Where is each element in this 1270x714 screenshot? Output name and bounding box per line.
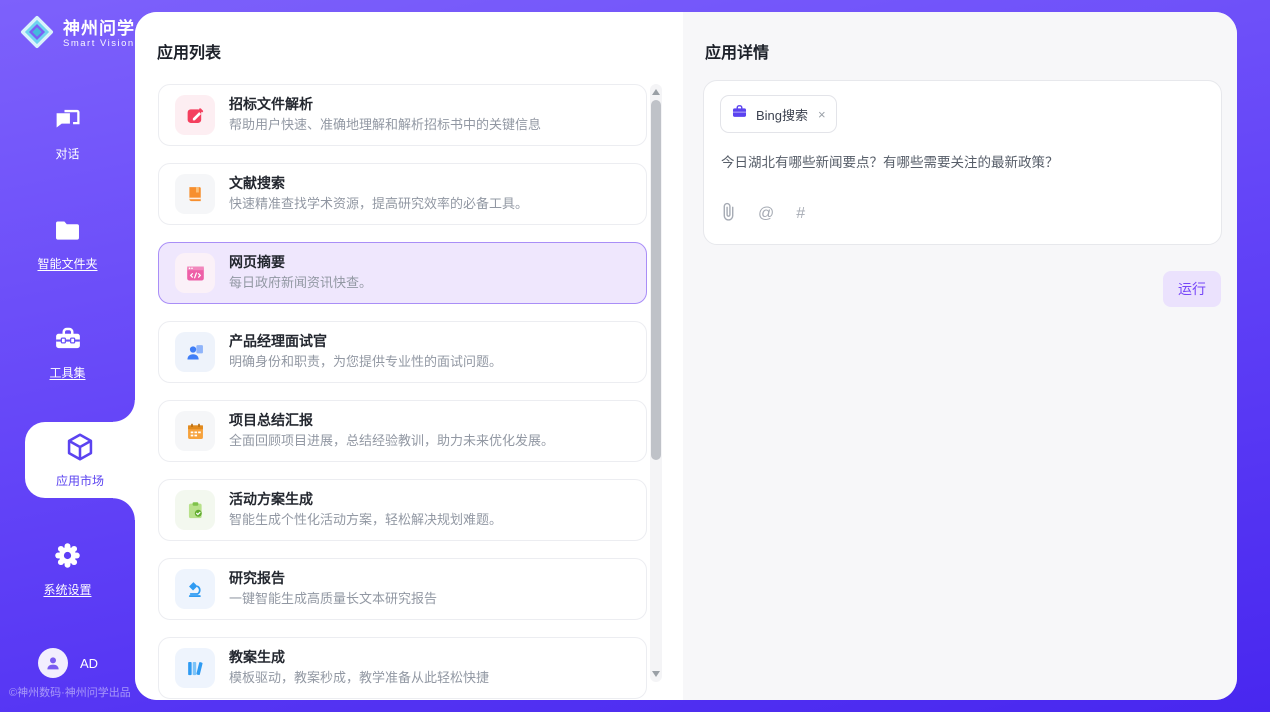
brand-logo: 神州问学 Smart Vision — [18, 13, 135, 56]
app-name: 文献搜索 — [229, 176, 528, 190]
gear-icon — [52, 540, 83, 574]
folder-icon — [53, 216, 82, 248]
sidebar: 神州问学 Smart Vision 对话 智能文件夹 — [0, 0, 135, 712]
person-avatar-icon — [38, 648, 68, 678]
app-name: 网页摘要 — [229, 255, 372, 269]
sidebar-item-label: 智能文件夹 — [37, 255, 97, 272]
interviewer-person-icon — [175, 332, 215, 372]
app-window: 神州问学 Smart Vision 对话 智能文件夹 — [0, 0, 1270, 714]
app-description: 每日政府新闻资讯快查。 — [229, 275, 372, 291]
app-name: 教案生成 — [229, 650, 489, 664]
app-description: 智能生成个性化活动方案，轻松解决规划难题。 — [229, 512, 502, 528]
list-scrollbar[interactable] — [650, 84, 662, 682]
chat-icon — [53, 106, 82, 138]
mention-at-icon[interactable]: @ — [758, 206, 774, 222]
app-name: 招标文件解析 — [229, 97, 541, 111]
books-icon — [175, 648, 215, 688]
app-list-title: 应用列表 — [157, 39, 221, 63]
main-content: 应用列表 招标文件解析 帮助用户快速、准确地理解和解析招标书中的关键信息 — [135, 12, 1237, 700]
app-description: 帮助用户快速、准确地理解和解析招标书中的关键信息 — [229, 117, 541, 133]
sidebar-item-label: 对话 — [55, 145, 79, 162]
copyright-footer: ©神州数码·神州问学出品 — [9, 684, 131, 700]
app-card-lesson-plan[interactable]: 教案生成 模板驱动，教案秒成，教学准备从此轻松快捷 — [158, 637, 647, 699]
app-cards: 招标文件解析 帮助用户快速、准确地理解和解析招标书中的关键信息 文献搜索 — [158, 84, 647, 700]
user-account[interactable]: AD — [38, 648, 98, 678]
app-description: 快速精准查找学术资源，提高研究效率的必备工具。 — [229, 196, 528, 212]
app-description: 全面回顾项目进展，总结经验教训，助力未来优化发展。 — [229, 433, 554, 449]
query-text[interactable]: 今日湖北有哪些新闻要点？有哪些需要关注的最新政策？ — [721, 151, 1207, 171]
composer-toolbar: @ # — [721, 202, 805, 226]
calendar-report-icon — [175, 411, 215, 451]
app-name: 项目总结汇报 — [229, 413, 554, 427]
app-card-activity-plan[interactable]: 活动方案生成 智能生成个性化活动方案，轻松解决规划难题。 — [158, 479, 647, 541]
sidebar-item-label: 应用市场 — [56, 472, 104, 489]
composer-card[interactable]: Bing搜索 × 今日湖北有哪些新闻要点？有哪些需要关注的最新政策？ @ # — [703, 80, 1222, 245]
app-description: 模板驱动，教案秒成，教学准备从此轻松快捷 — [229, 670, 489, 686]
sidebar-item-app-market-active[interactable]: 应用市场 — [25, 422, 135, 498]
sidebar-item-smart-folder[interactable]: 智能文件夹 — [0, 216, 135, 272]
tool-tag-label: Bing搜索 — [756, 105, 808, 124]
app-detail-panel: 应用详情 Bing搜索 × 今日湖北有哪些新闻要点？有哪些需要关注的最新政策？ — [683, 12, 1237, 700]
app-card-webpage-summary-selected[interactable]: 网页摘要 每日政府新闻资讯快查。 — [158, 242, 647, 304]
microscope-icon — [175, 569, 215, 609]
app-detail-title: 应用详情 — [705, 39, 769, 63]
app-card-tender-parse[interactable]: 招标文件解析 帮助用户快速、准确地理解和解析招标书中的关键信息 — [158, 84, 647, 146]
hash-icon[interactable]: # — [796, 206, 805, 222]
app-card-research-report[interactable]: 研究报告 一键智能生成高质量长文本研究报告 — [158, 558, 647, 620]
app-list-panel: 应用列表 招标文件解析 帮助用户快速、准确地理解和解析招标书中的关键信息 — [135, 12, 683, 700]
sidebar-item-chat[interactable]: 对话 — [0, 106, 135, 162]
app-name: 活动方案生成 — [229, 492, 502, 506]
app-card-project-summary[interactable]: 项目总结汇报 全面回顾项目进展，总结经验教训，助力未来优化发展。 — [158, 400, 647, 462]
cube-icon — [64, 431, 96, 466]
tool-tag-bing-search[interactable]: Bing搜索 × — [720, 95, 837, 133]
app-description: 一键智能生成高质量长文本研究报告 — [229, 591, 437, 607]
literature-book-icon — [175, 174, 215, 214]
toolbox-icon — [53, 324, 83, 357]
briefcase-icon — [731, 103, 748, 125]
user-name: AD — [80, 656, 98, 671]
scrollbar-down-arrow-icon[interactable] — [652, 671, 660, 677]
clipboard-check-icon — [175, 490, 215, 530]
scrollbar-up-arrow-icon[interactable] — [652, 89, 660, 95]
sidebar-item-settings[interactable]: 系统设置 — [0, 540, 135, 598]
paperclip-icon[interactable] — [721, 202, 736, 226]
app-name: 研究报告 — [229, 571, 437, 585]
sidebar-item-label: 工具集 — [49, 364, 85, 381]
sidebar-item-label: 系统设置 — [43, 581, 91, 598]
app-card-literature-search[interactable]: 文献搜索 快速精准查找学术资源，提高研究效率的必备工具。 — [158, 163, 647, 225]
gem-diamond-icon — [18, 13, 56, 56]
app-card-pm-interviewer[interactable]: 产品经理面试官 明确身份和职责，为您提供专业性的面试问题。 — [158, 321, 647, 383]
run-button[interactable]: 运行 — [1163, 271, 1221, 307]
close-icon[interactable]: × — [818, 107, 826, 122]
brand-name: 神州问学 — [63, 20, 135, 39]
brand-subtitle: Smart Vision — [63, 38, 135, 49]
tender-document-icon — [175, 95, 215, 135]
webpage-browser-icon — [175, 253, 215, 293]
app-description: 明确身份和职责，为您提供专业性的面试问题。 — [229, 354, 502, 370]
scrollbar-thumb[interactable] — [651, 100, 661, 460]
app-name: 产品经理面试官 — [229, 334, 502, 348]
sidebar-item-toolset[interactable]: 工具集 — [0, 324, 135, 381]
